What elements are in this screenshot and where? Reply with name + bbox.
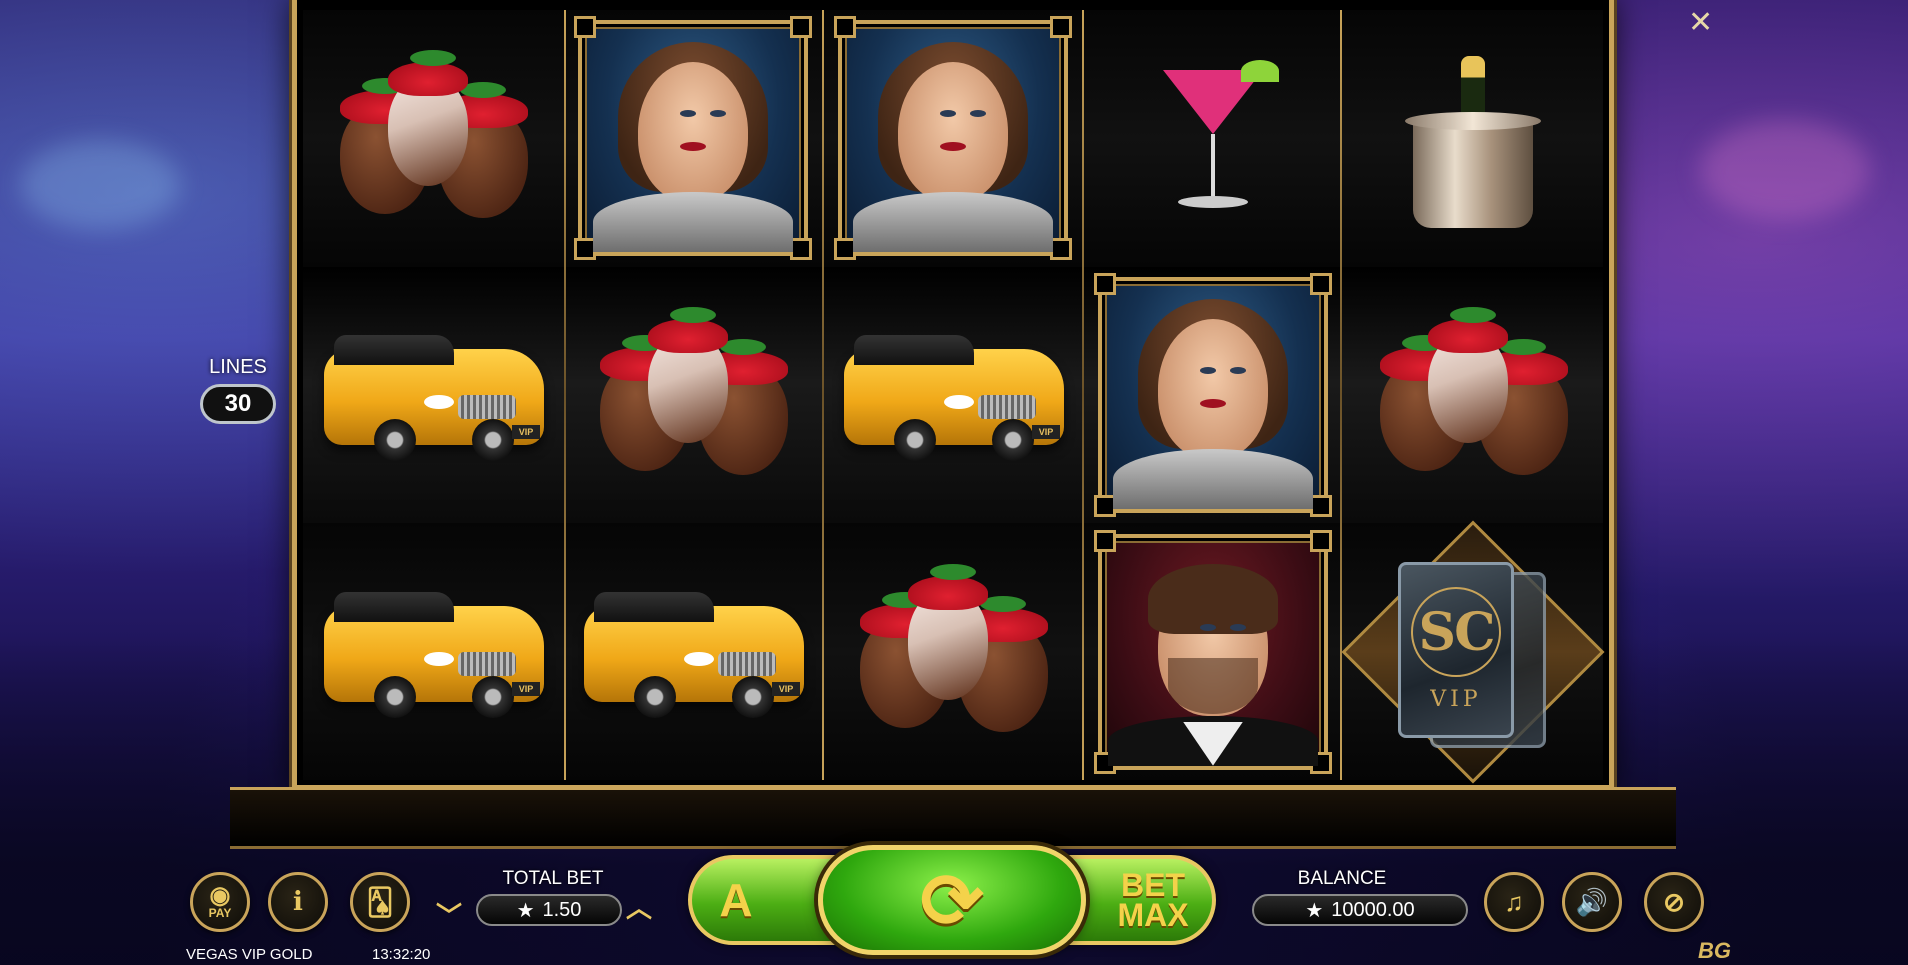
woman-portrait	[834, 16, 1072, 261]
music-note-icon: ♫	[1504, 886, 1524, 917]
music-button[interactable]: ♫	[1484, 872, 1544, 932]
reel-1-row-2: VIP	[303, 266, 563, 524]
scatter-tag: VIP	[1430, 687, 1482, 713]
balance-display: ★ 10000.00	[1252, 894, 1468, 926]
reel-5-row-3: SC VIP	[1341, 520, 1605, 784]
info-button[interactable]: i	[268, 872, 328, 932]
limousine-symbol: VIP	[318, 305, 548, 485]
scatter-letters: SC	[1411, 587, 1501, 678]
reel-divider	[822, 10, 824, 780]
total-bet-display: ★ 1.50	[476, 894, 622, 926]
lines-label: LINES	[209, 356, 267, 378]
reel-5-row-1	[1343, 10, 1603, 267]
turbo-button[interactable]: ⊘	[1644, 872, 1704, 932]
woman-symbol	[1094, 272, 1332, 517]
limo-plate: VIP	[512, 681, 540, 696]
bet-decrease-button[interactable]: ﹀	[436, 896, 462, 933]
chocolate-strawberries-symbol	[578, 305, 808, 485]
close-icon[interactable]: ✕	[1688, 8, 1713, 38]
reel-4-row-3	[1083, 523, 1343, 780]
reel-divider	[1340, 10, 1342, 780]
paytable-button[interactable]: ◉ PAY	[190, 872, 250, 932]
limo-plate: VIP	[772, 681, 800, 696]
martini-symbol	[1098, 48, 1328, 228]
bet-max-button[interactable]: BET MAX	[1098, 863, 1208, 937]
spin-icon: ⟳	[920, 858, 984, 944]
reel-4-row-2	[1083, 266, 1343, 524]
champagne-bucket-symbol	[1358, 48, 1588, 229]
autoplay-button[interactable]: A	[694, 863, 778, 937]
reel-2-row-2	[563, 266, 823, 524]
game-title: VEGAS VIP GOLD	[186, 946, 313, 963]
bet-max-line1: BET	[1121, 867, 1185, 903]
spin-controls: A ⟳ BET MAX	[688, 845, 1216, 955]
reel-divider	[1082, 10, 1084, 780]
bet-max-line2: MAX	[1117, 897, 1189, 933]
woman-portrait	[1094, 272, 1332, 517]
man-symbol	[1094, 529, 1332, 774]
limo-plate: VIP	[1032, 424, 1060, 439]
reel-3-row-3	[823, 523, 1083, 780]
sound-button[interactable]: 🔊	[1562, 872, 1622, 932]
reel-2-row-1	[563, 10, 823, 267]
limousine-symbol: VIP	[578, 562, 808, 742]
woman-symbol	[834, 16, 1072, 261]
bet-increase-button[interactable]: ︿	[626, 888, 652, 925]
clock: 13:32:20	[372, 946, 431, 963]
reel-2-row-3: VIP	[563, 523, 823, 780]
balance-value: 10000.00	[1331, 898, 1415, 921]
man-portrait	[1094, 529, 1332, 774]
spin-button[interactable]: ⟳	[818, 845, 1086, 955]
limo-plate: VIP	[512, 424, 540, 439]
pay-label: PAY	[208, 906, 232, 920]
reel-3-row-2: VIP	[823, 266, 1083, 524]
provider-logo: BG	[1698, 938, 1731, 963]
star-icon: ★	[516, 899, 535, 922]
reel-4-row-1	[1083, 10, 1343, 267]
chocolate-strawberries-symbol	[1358, 305, 1588, 485]
total-bet-label: TOTAL BET	[502, 868, 604, 889]
info-icon: i	[293, 887, 303, 917]
gamble-cards-button[interactable]: 🂡	[350, 872, 410, 932]
scatter-symbol: SC VIP	[1341, 520, 1605, 784]
reel-frame-base	[230, 787, 1676, 849]
cards-icon: 🂡	[366, 886, 394, 917]
total-bet-value: 1.50	[542, 898, 582, 921]
reel-3-row-1	[823, 10, 1083, 267]
star-icon: ★	[1305, 899, 1324, 922]
woman-portrait	[574, 16, 812, 261]
reel-1-row-1	[303, 10, 563, 267]
lines-value: 30	[200, 384, 276, 424]
stage-light	[20, 140, 180, 230]
reel-grid[interactable]: VIP VIP VIP VIP SC VIP	[303, 10, 1605, 784]
stage-light	[1700, 120, 1870, 220]
autoplay-icon: A	[719, 874, 753, 926]
reel-1-row-3: VIP	[303, 523, 563, 780]
chocolate-strawberries-symbol	[838, 562, 1068, 742]
woman-symbol	[574, 16, 812, 261]
reel-divider	[564, 10, 566, 780]
balance-label: BALANCE	[1297, 868, 1387, 889]
turbo-icon: ⊘	[1663, 886, 1685, 917]
speaker-icon: 🔊	[1575, 886, 1609, 917]
limousine-symbol: VIP	[838, 305, 1068, 485]
chocolate-strawberries-symbol	[318, 48, 548, 228]
reel-5-row-2	[1343, 266, 1603, 524]
limousine-symbol: VIP	[318, 562, 548, 742]
